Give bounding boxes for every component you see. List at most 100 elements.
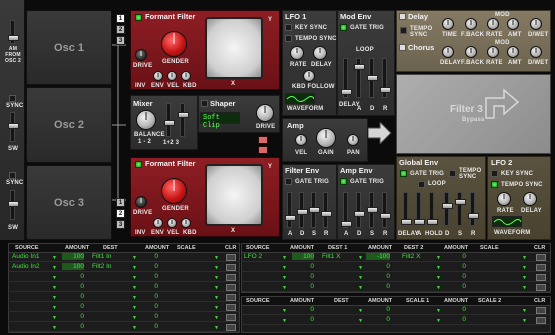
- lfo1-rate-knob[interactable]: [290, 46, 304, 60]
- lfo1-keysync-toggle[interactable]: [285, 24, 292, 31]
- ff1-route-3[interactable]: 3: [116, 36, 125, 45]
- amp-env-gate-toggle[interactable]: [340, 178, 347, 185]
- dropdown-arrow-icon[interactable]: ▼: [132, 315, 137, 321]
- ff2-gender-knob[interactable]: [161, 178, 187, 204]
- dropdown-arrow-icon[interactable]: ▼: [214, 285, 219, 291]
- amount3-cell[interactable]: 0: [446, 273, 466, 280]
- amp-env-s-slider[interactable]: [367, 192, 378, 228]
- amount-cell[interactable]: 0: [62, 293, 84, 300]
- global-env-hold-slider[interactable]: [427, 192, 438, 226]
- dropdown-arrow-icon[interactable]: ▼: [436, 275, 441, 281]
- dropdown-arrow-icon[interactable]: ▼: [52, 325, 57, 331]
- mixer-slider-b[interactable]: [178, 103, 189, 137]
- dropdown-arrow-icon[interactable]: ▼: [52, 265, 57, 271]
- dropdown-arrow-icon[interactable]: ▼: [52, 315, 57, 321]
- ff1-power[interactable]: [135, 14, 142, 21]
- global-env-gate-toggle[interactable]: [400, 170, 407, 177]
- amount-cell[interactable]: 0: [62, 313, 84, 320]
- dropdown-arrow-icon[interactable]: ▼: [214, 265, 219, 271]
- amp-gain-knob[interactable]: [316, 128, 336, 148]
- dropdown-arrow-icon[interactable]: ▼: [132, 255, 137, 261]
- dropdown-arrow-icon[interactable]: ▼: [436, 265, 441, 271]
- global-env-r-slider[interactable]: [468, 192, 479, 226]
- dropdown-arrow-icon[interactable]: ▼: [522, 255, 527, 261]
- source-cell[interactable]: Audio In2: [12, 263, 56, 270]
- chorus-dwet-knob[interactable]: [530, 46, 542, 58]
- am-slider[interactable]: [8, 20, 19, 44]
- dropdown-arrow-icon[interactable]: ▼: [52, 275, 57, 281]
- amount-cell[interactable]: 100: [62, 263, 84, 270]
- dropdown-arrow-icon[interactable]: ▼: [358, 255, 363, 261]
- clear-button[interactable]: [536, 254, 546, 261]
- source-cell[interactable]: LFO 2: [244, 253, 284, 260]
- clear-button[interactable]: [226, 274, 236, 281]
- delay-dwet-knob[interactable]: [530, 18, 542, 30]
- mod-env-gate-toggle[interactable]: [340, 24, 347, 31]
- amp-env-r-slider[interactable]: [380, 192, 391, 228]
- amount2-cell[interactable]: 0: [142, 263, 158, 270]
- clr-label[interactable]: CLR: [534, 245, 545, 251]
- sw2-slider[interactable]: [8, 190, 19, 220]
- osc2-panel[interactable]: Osc 2: [26, 87, 112, 163]
- amp-vel-knob[interactable]: [295, 134, 307, 146]
- amp-env-a-slider[interactable]: [341, 192, 352, 228]
- clear-button[interactable]: [536, 284, 546, 291]
- amount2-cell[interactable]: 0: [142, 313, 158, 320]
- chorus-amt-knob[interactable]: [507, 46, 519, 58]
- dropdown-arrow-icon[interactable]: ▼: [282, 275, 287, 281]
- ff2-env-knob[interactable]: [153, 218, 163, 228]
- ff2-drive-knob[interactable]: [135, 196, 147, 208]
- amount3-cell[interactable]: 0: [446, 316, 466, 323]
- amp-pan-knob[interactable]: [347, 134, 359, 146]
- dropdown-arrow-icon[interactable]: ▼: [436, 318, 441, 324]
- dropdown-arrow-icon[interactable]: ▼: [132, 295, 137, 301]
- dropdown-arrow-icon[interactable]: ▼: [358, 285, 363, 291]
- ff1-xy-pad[interactable]: [205, 17, 263, 79]
- amount2-cell[interactable]: 0: [142, 303, 158, 310]
- delay-time-knob[interactable]: [442, 18, 454, 30]
- ff2-xy-pad[interactable]: [205, 164, 263, 226]
- dropdown-arrow-icon[interactable]: ▼: [214, 325, 219, 331]
- amount2-cell[interactable]: 0: [366, 316, 390, 323]
- dropdown-arrow-icon[interactable]: ▼: [436, 308, 441, 314]
- amount3-cell[interactable]: 0: [446, 253, 466, 260]
- chorus-power[interactable]: [399, 44, 406, 51]
- dropdown-arrow-icon[interactable]: ▼: [358, 308, 363, 314]
- dropdown-arrow-icon[interactable]: ▼: [522, 285, 527, 291]
- amount2-cell[interactable]: 0: [142, 293, 158, 300]
- amount3-cell[interactable]: 0: [446, 263, 466, 270]
- dropdown-arrow-icon[interactable]: ▼: [214, 295, 219, 301]
- amount-cell[interactable]: 0: [292, 283, 314, 290]
- ff2-inv-label[interactable]: INV: [135, 230, 146, 236]
- lfo1-waveform-display[interactable]: [285, 93, 315, 104]
- ff2-route-2[interactable]: 2: [116, 209, 125, 218]
- clear-button[interactable]: [226, 314, 236, 321]
- amount-cell[interactable]: 100: [292, 253, 314, 260]
- amp-env-d-slider[interactable]: [354, 192, 365, 228]
- ff1-vel-knob[interactable]: [167, 71, 177, 81]
- lfo2-waveform-display[interactable]: [492, 216, 522, 227]
- lfo1-temposync-toggle[interactable]: [285, 35, 292, 42]
- global-env-delay-slider[interactable]: [401, 192, 412, 226]
- dropdown-arrow-icon[interactable]: ▼: [522, 308, 527, 314]
- filter-env-d-slider[interactable]: [297, 192, 308, 228]
- clear-button[interactable]: [536, 307, 546, 314]
- delay-temposync-toggle[interactable]: [400, 27, 407, 34]
- amount2-cell[interactable]: 0: [142, 253, 158, 260]
- dropdown-arrow-icon[interactable]: ▼: [522, 318, 527, 324]
- amount2-cell[interactable]: 0: [366, 263, 390, 270]
- mod-env-d-slider[interactable]: [367, 58, 378, 98]
- amount-cell[interactable]: 0: [62, 283, 84, 290]
- global-env-temposync-toggle[interactable]: [449, 170, 456, 177]
- clear-button[interactable]: [226, 294, 236, 301]
- dropdown-arrow-icon[interactable]: ▼: [132, 285, 137, 291]
- dropdown-arrow-icon[interactable]: ▼: [358, 318, 363, 324]
- clr-label[interactable]: CLR: [534, 298, 545, 304]
- dropdown-arrow-icon[interactable]: ▼: [358, 265, 363, 271]
- amount-cell[interactable]: 0: [292, 263, 314, 270]
- dropdown-arrow-icon[interactable]: ▼: [282, 255, 287, 261]
- dropdown-arrow-icon[interactable]: ▼: [358, 275, 363, 281]
- amount2-cell[interactable]: 0: [142, 283, 158, 290]
- amount2-cell[interactable]: 0: [142, 323, 158, 330]
- lfo2-rate-knob[interactable]: [497, 192, 511, 206]
